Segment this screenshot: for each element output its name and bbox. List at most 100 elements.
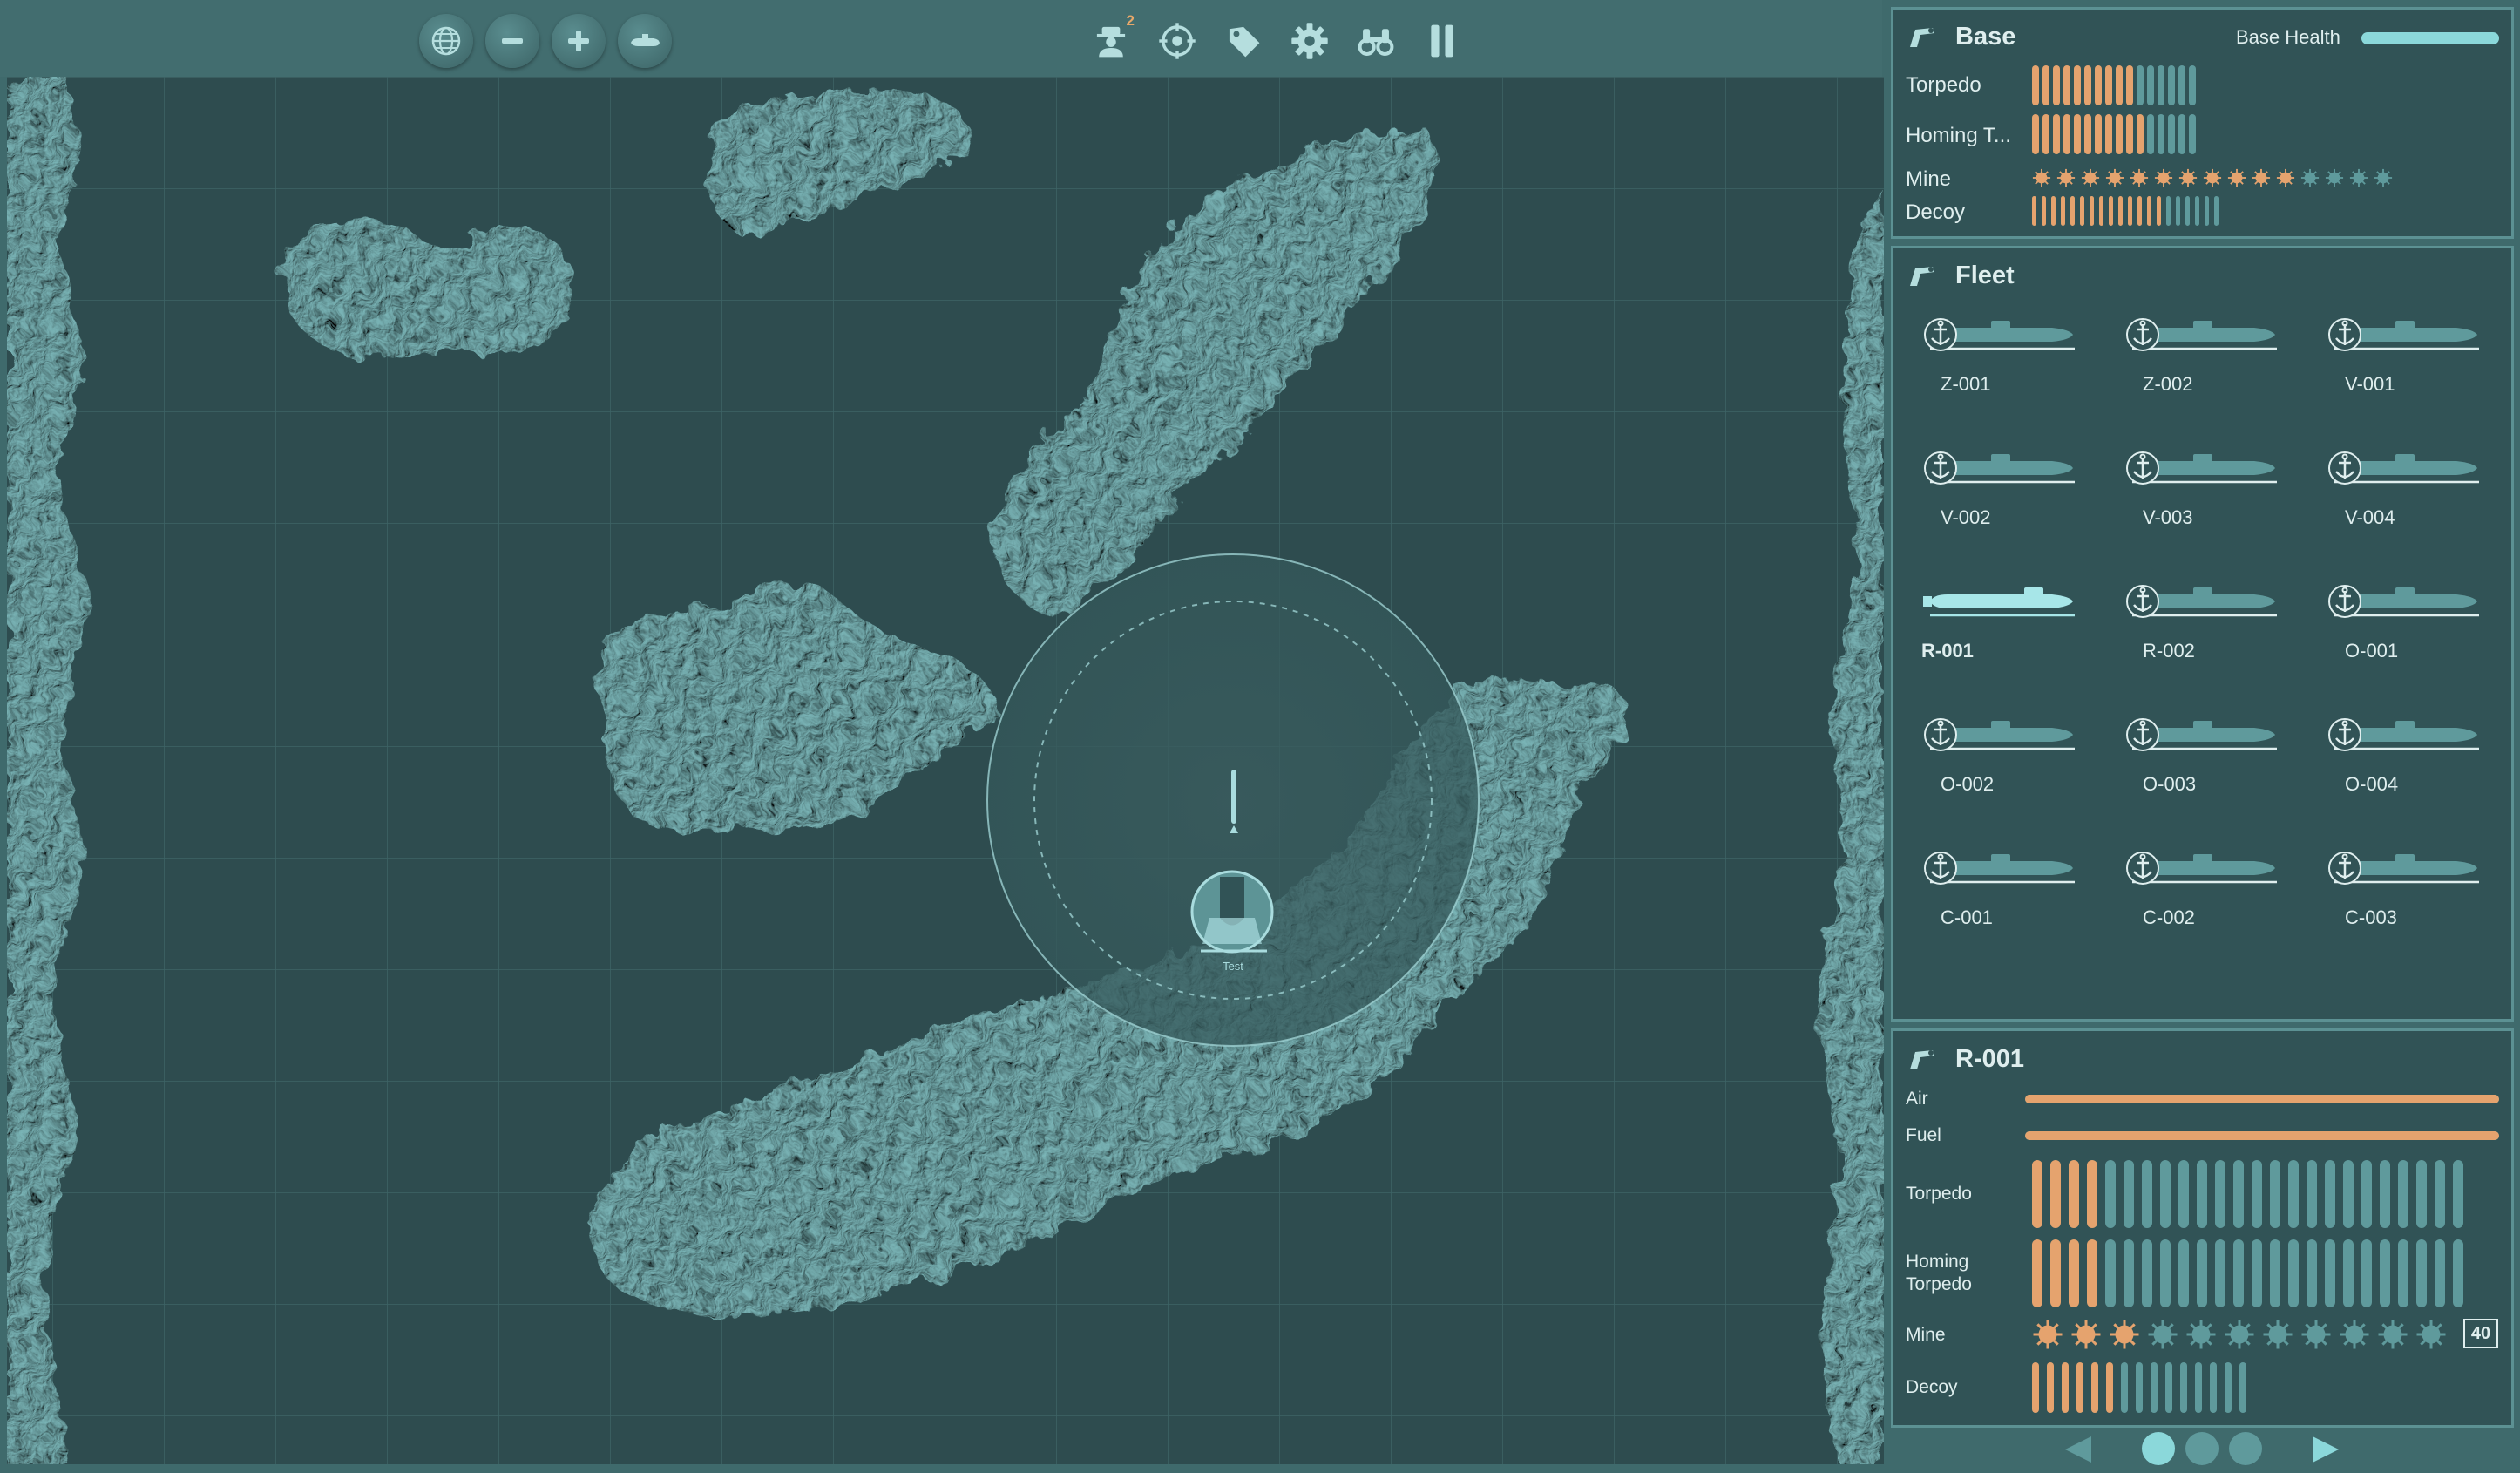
anchor-icon: [2328, 852, 2361, 885]
page-dot[interactable]: [2142, 1432, 2175, 1465]
anchor-icon: [2126, 718, 2159, 751]
fleet-unit-label: O-002: [1941, 773, 1995, 795]
mine-pip: [2203, 168, 2222, 187]
anchor-icon: [1924, 318, 1957, 351]
mine-pip: [2225, 1320, 2254, 1349]
fleet-unit-o-004[interactable]: O-004: [2326, 716, 2491, 803]
torpedo-pip: [2069, 1160, 2079, 1228]
decoy-pip: [2106, 1362, 2113, 1413]
player-submarine-marker[interactable]: [1190, 870, 1274, 954]
torpedo-pip: [2307, 1160, 2317, 1228]
torpedo-pip: [2158, 65, 2164, 105]
zoom-out-button[interactable]: [485, 14, 539, 68]
decoy-pip: [2214, 196, 2219, 226]
fleet-unit-o-003[interactable]: O-003: [2124, 716, 2289, 803]
fleet-unit-o-001[interactable]: O-001: [2326, 582, 2491, 669]
tactical-map[interactable]: Test: [7, 77, 1884, 1464]
torpedo-pip: [2124, 1160, 2134, 1228]
base-health-label: Base Health: [2236, 26, 2340, 48]
decoy-pip: [2137, 196, 2142, 226]
fleet-unit-v-002[interactable]: V-002: [1921, 449, 2087, 536]
fleet-unit-r-002[interactable]: R-002: [2124, 582, 2289, 669]
anchor-icon: [1924, 451, 1957, 485]
tag-button[interactable]: [1216, 14, 1270, 68]
homing-pip: [2189, 114, 2196, 154]
submarine-icon: [2328, 585, 2479, 618]
torpedo-pip: [2453, 1160, 2463, 1228]
anchor-icon: [2126, 852, 2159, 885]
binoculars-button[interactable]: [1349, 14, 1403, 68]
unit-decoy-ammo[interactable]: [2032, 1362, 2254, 1413]
unit-title: R-001: [1955, 1045, 2024, 1073]
pause-icon: [1431, 24, 1453, 58]
mine-pip: [2349, 168, 2368, 187]
homing-pip: [2398, 1239, 2408, 1307]
decoy-pip: [2147, 196, 2151, 226]
decoy-pip: [2047, 1362, 2054, 1413]
submarine-icon: [1924, 451, 2075, 485]
fleet-unit-z-002[interactable]: Z-002: [2124, 316, 2289, 403]
submarine-icon: [1924, 318, 2075, 351]
homing-pip: [2095, 114, 2102, 154]
unit-mine-ammo[interactable]: [2032, 1319, 2454, 1350]
decoy-pip: [2128, 196, 2132, 226]
torpedo-pip: [2126, 65, 2133, 105]
fleet-unit-v-003[interactable]: V-003: [2124, 449, 2289, 536]
base-decoy-label: Decoy: [1906, 200, 1966, 224]
fleet-unit-z-001[interactable]: Z-001: [1921, 316, 2087, 403]
fleet-unit-c-002[interactable]: C-002: [2124, 849, 2289, 936]
base-torpedo-label: Torpedo: [1906, 73, 1981, 97]
unit-homing-ammo[interactable]: [2032, 1239, 2471, 1307]
homing-pip: [2307, 1239, 2317, 1307]
base-torpedo-ammo: [2032, 65, 2199, 105]
torpedo-pip: [2042, 65, 2049, 105]
prev-page-icon[interactable]: [2062, 1435, 2093, 1464]
fleet-unit-c-001[interactable]: C-001: [1921, 849, 2087, 936]
torpedo-pip: [2178, 1160, 2189, 1228]
torpedo-pip: [2160, 1160, 2171, 1228]
fleet-unit-label: R-001: [1921, 640, 1974, 662]
torpedo-pip: [2197, 1160, 2207, 1228]
decoy-pip: [2090, 196, 2094, 226]
settings-button[interactable]: [1283, 14, 1337, 68]
globe-button[interactable]: [419, 14, 473, 68]
fleet-unit-v-001[interactable]: V-001: [2326, 316, 2491, 403]
fleet-unit-c-003[interactable]: C-003: [2326, 849, 2491, 936]
page-dot[interactable]: [2229, 1432, 2262, 1465]
decoy-pip: [2195, 1362, 2202, 1413]
submarine-icon: [2328, 451, 2479, 485]
zoom-in-button[interactable]: [552, 14, 606, 68]
decoy-pip: [2032, 196, 2036, 226]
tag-icon: [1229, 26, 1260, 58]
homing-pip: [2069, 1239, 2079, 1307]
fleet-unit-o-002[interactable]: O-002: [1921, 716, 2087, 803]
next-page-icon[interactable]: [2311, 1435, 2342, 1464]
top-toolbar: 2: [0, 0, 1882, 77]
fleet-unit-label: C-003: [2345, 906, 2397, 928]
torpedo-pip: [2189, 65, 2196, 105]
agents-button[interactable]: 2: [1084, 12, 1138, 68]
decoy-pip: [2195, 196, 2199, 226]
mine-count-box: 40: [2463, 1319, 2498, 1348]
mine-pip: [2071, 1320, 2101, 1349]
homing-pip: [2380, 1239, 2390, 1307]
page-dot[interactable]: [2185, 1432, 2219, 1465]
pause-button[interactable]: [1415, 14, 1469, 68]
homing-pip: [2288, 1239, 2299, 1307]
decoy-pip: [2210, 1362, 2217, 1413]
homing-pip: [2178, 1239, 2189, 1307]
base-decoy-ammo: [2032, 196, 2224, 226]
anchor-icon: [2126, 585, 2159, 618]
fleet-unit-label: V-001: [2345, 373, 2395, 395]
fleet-unit-r-001[interactable]: R-001: [1921, 582, 2087, 669]
center-submarine-button[interactable]: [618, 14, 672, 68]
homing-pip: [2325, 1239, 2335, 1307]
target-button[interactable]: [1150, 14, 1204, 68]
decoy-pip: [2185, 196, 2190, 226]
torpedo-pip: [2032, 1160, 2042, 1228]
homing-pip: [2124, 1239, 2134, 1307]
unit-torpedo-ammo[interactable]: [2032, 1160, 2471, 1228]
submarine-icon: [2126, 318, 2277, 351]
fleet-unit-v-004[interactable]: V-004: [2326, 449, 2491, 536]
anchor-icon: [2328, 585, 2361, 618]
